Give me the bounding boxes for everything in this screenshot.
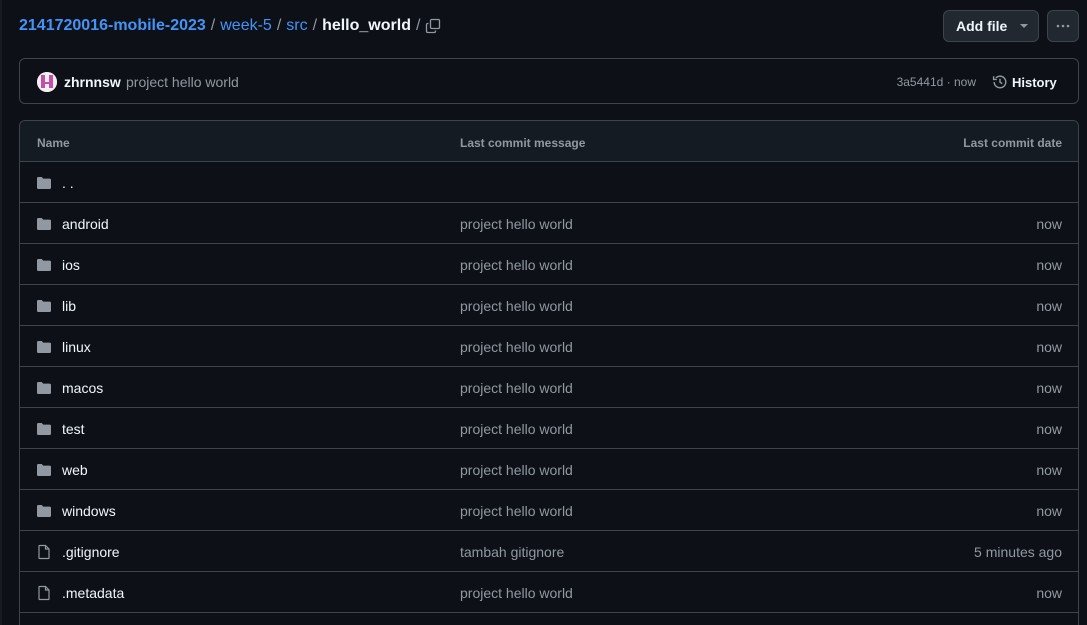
parent-directory-link[interactable]: . .: [62, 175, 74, 191]
history-button[interactable]: History: [992, 71, 1057, 93]
row-commit-message[interactable]: project hello world: [460, 216, 573, 232]
row-name-link[interactable]: test: [62, 421, 85, 437]
row-name-link[interactable]: lib: [62, 298, 76, 314]
history-icon: [992, 75, 1007, 89]
folder-icon: [37, 423, 51, 435]
file-icon: [38, 544, 50, 560]
identicon: [37, 72, 57, 92]
row-commit-date: now: [1036, 257, 1062, 273]
copy-path-button[interactable]: [420, 13, 446, 39]
row-commit-message[interactable]: project hello world: [460, 421, 573, 437]
left-edge: [0, 0, 2, 625]
table-row[interactable]: test project hello world now: [20, 408, 1078, 449]
table-header: Name Last commit message Last commit dat…: [20, 121, 1078, 162]
folder-icon: [37, 300, 51, 312]
row-commit-message[interactable]: project hello world: [460, 298, 573, 314]
row-name-link[interactable]: windows: [62, 503, 116, 519]
breadcrumb-separator: /: [276, 17, 282, 34]
row-name-link[interactable]: .metadata: [62, 585, 124, 601]
row-commit-date: now: [1036, 421, 1062, 437]
row-commit-message[interactable]: tambah gitignore: [460, 544, 564, 560]
add-file-label: Add file: [956, 18, 1008, 34]
breadcrumb: 2141720016-mobile-2023 / week-5 / src / …: [19, 14, 425, 38]
column-header-name: Name: [37, 136, 70, 150]
table-row[interactable]: lib project hello world now: [20, 285, 1078, 326]
breadcrumb-current-folder: hello_world: [322, 17, 411, 34]
add-file-button[interactable]: Add file: [943, 10, 1039, 42]
table-row[interactable]: windows project hello world now: [20, 490, 1078, 531]
column-header-date: Last commit date: [963, 136, 1062, 150]
row-commit-date: now: [1036, 298, 1062, 314]
triangle-down-icon: [1020, 24, 1028, 28]
row-commit-date: now: [1036, 380, 1062, 396]
file-icon: [38, 585, 50, 601]
folder-icon: [37, 464, 51, 476]
row-name-link[interactable]: web: [62, 462, 88, 478]
latest-commit-bar: zhrnnsw project hello world 3a5441d · no…: [19, 58, 1079, 104]
folder-icon: [37, 177, 51, 189]
row-name-link[interactable]: android: [62, 216, 109, 232]
kebab-horizontal-icon: [1056, 24, 1070, 28]
column-header-message: Last commit message: [460, 136, 586, 150]
row-name-link[interactable]: macos: [62, 380, 103, 396]
table-row[interactable]: android project hello world now: [20, 203, 1078, 244]
row-commit-message[interactable]: project hello world: [460, 257, 573, 273]
row-commit-date: now: [1036, 462, 1062, 478]
file-table: Name Last commit message Last commit dat…: [19, 120, 1079, 625]
table-row[interactable]: .gitignore tambah gitignore 5 minutes ag…: [20, 531, 1078, 572]
folder-icon: [37, 505, 51, 517]
table-row[interactable]: web project hello world now: [20, 449, 1078, 490]
commit-meta: 3a5441d · now: [897, 75, 976, 89]
breadcrumb-week-5-link[interactable]: week-5: [220, 17, 272, 35]
row-commit-message[interactable]: project hello world: [460, 503, 573, 519]
commit-meta-separator: ·: [946, 75, 951, 89]
row-commit-date: now: [1036, 216, 1062, 232]
commit-message[interactable]: project hello world: [126, 74, 239, 90]
history-label: History: [1012, 74, 1057, 90]
table-row[interactable]: ios project hello world now: [20, 244, 1078, 285]
commit-time: now: [953, 75, 976, 89]
row-name-link[interactable]: .gitignore: [62, 544, 120, 560]
breadcrumb-separator: /: [210, 17, 216, 34]
row-commit-message[interactable]: project hello world: [460, 339, 573, 355]
breadcrumb-src-link[interactable]: src: [286, 17, 307, 35]
table-row[interactable]: macos project hello world now: [20, 367, 1078, 408]
table-row[interactable]: linux project hello world now: [20, 326, 1078, 367]
more-options-button[interactable]: [1047, 10, 1079, 42]
parent-directory-row[interactable]: . .: [20, 162, 1078, 203]
row-commit-date: now: [1036, 503, 1062, 519]
header: 2141720016-mobile-2023 / week-5 / src / …: [0, 0, 1087, 52]
table-row[interactable]: .metadata project hello world now: [20, 572, 1078, 613]
folder-icon: [37, 341, 51, 353]
row-commit-date: now: [1036, 339, 1062, 355]
breadcrumb-separator: /: [312, 17, 318, 34]
row-commit-message[interactable]: project hello world: [460, 380, 573, 396]
folder-icon: [37, 259, 51, 271]
file-browser-page: 2141720016-mobile-2023 / week-5 / src / …: [0, 0, 1087, 625]
avatar[interactable]: [37, 72, 57, 92]
row-name-link[interactable]: linux: [62, 339, 91, 355]
row-commit-date: now: [1036, 585, 1062, 601]
copy-icon: [425, 18, 441, 34]
commit-author[interactable]: zhrnnsw: [64, 74, 121, 90]
row-commit-date: 5 minutes ago: [974, 544, 1062, 560]
row-commit-message[interactable]: project hello world: [460, 462, 573, 478]
breadcrumb-repo-link[interactable]: 2141720016-mobile-2023: [19, 17, 206, 35]
commit-sha[interactable]: 3a5441d: [897, 75, 944, 89]
folder-icon: [37, 382, 51, 394]
folder-icon: [37, 218, 51, 230]
table-row-partial[interactable]: [20, 613, 1078, 625]
row-name-link[interactable]: ios: [62, 257, 80, 273]
row-commit-message[interactable]: project hello world: [460, 585, 573, 601]
